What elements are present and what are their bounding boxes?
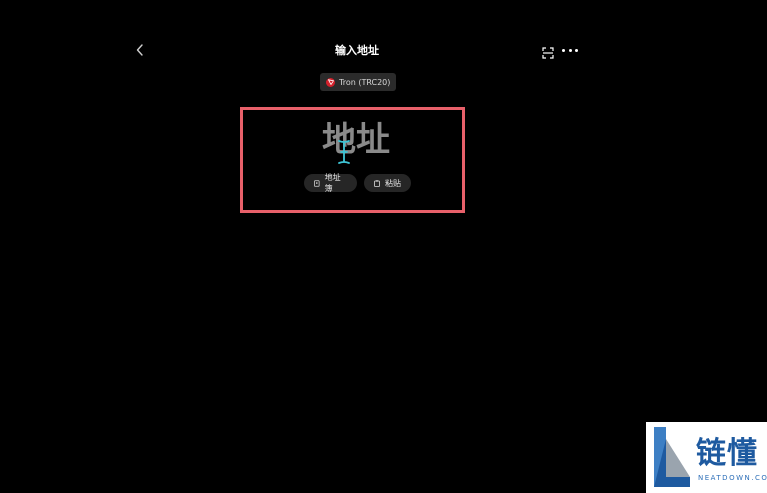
network-selector[interactable]: Tron (TRC20) (320, 73, 397, 91)
more-button[interactable] (562, 44, 578, 56)
text-cursor-icon (338, 140, 350, 164)
paste-button[interactable]: 粘贴 (364, 174, 411, 192)
paste-label: 粘贴 (385, 178, 401, 188)
address-input-screen: 输入地址 Tron (TRC20) 地址簿 (0, 0, 767, 493)
scan-button[interactable] (542, 44, 554, 59)
address-book-icon (314, 179, 320, 187)
watermark-subtext: NEATDOWN.COM (698, 474, 767, 482)
address-input[interactable] (300, 118, 412, 162)
watermark: 链懂 NEATDOWN.COM (646, 422, 767, 493)
page-title: 输入地址 (335, 44, 379, 57)
more-dot (575, 48, 578, 52)
more-dot (568, 48, 572, 52)
address-book-label: 地址簿 (324, 173, 341, 193)
network-label: Tron (TRC20) (339, 77, 391, 87)
watermark-logo-icon (654, 427, 690, 487)
more-dot (562, 48, 565, 52)
clipboard-icon (374, 179, 380, 187)
watermark-text: 链懂 (696, 436, 758, 471)
scan-icon (542, 47, 554, 59)
tron-icon (326, 77, 335, 87)
address-book-button[interactable]: 地址簿 (304, 173, 357, 193)
